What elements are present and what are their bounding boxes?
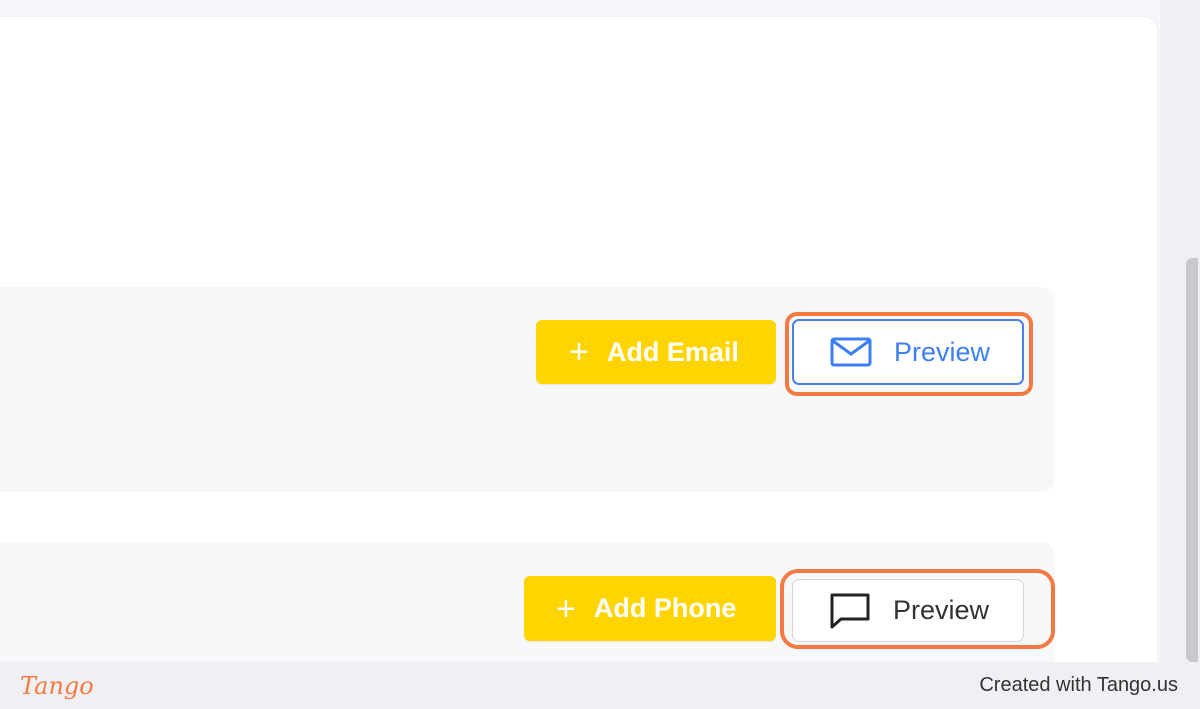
phone-preview-label: Preview <box>893 595 990 625</box>
plus-icon: + <box>556 589 576 628</box>
email-preview-label: Preview <box>894 336 991 367</box>
footer-bar: Tango Created with Tango.us <box>0 662 1200 709</box>
phone-preview-button[interactable]: Preview <box>792 579 1024 642</box>
tango-logo[interactable]: Tango <box>20 672 94 700</box>
add-email-label: Add Email <box>606 336 739 367</box>
add-phone-label: Add Phone <box>593 593 737 623</box>
add-phone-button[interactable]: + Add Phone <box>524 576 776 641</box>
add-email-button[interactable]: + Add Email <box>536 320 776 384</box>
scrollbar-thumb[interactable] <box>1186 258 1198 662</box>
chat-bubble-icon <box>830 593 870 628</box>
envelope-icon <box>830 337 872 367</box>
created-with-text[interactable]: Created with Tango.us <box>979 674 1178 697</box>
email-preview-button[interactable]: Preview <box>792 319 1024 385</box>
plus-icon: + <box>569 333 589 371</box>
